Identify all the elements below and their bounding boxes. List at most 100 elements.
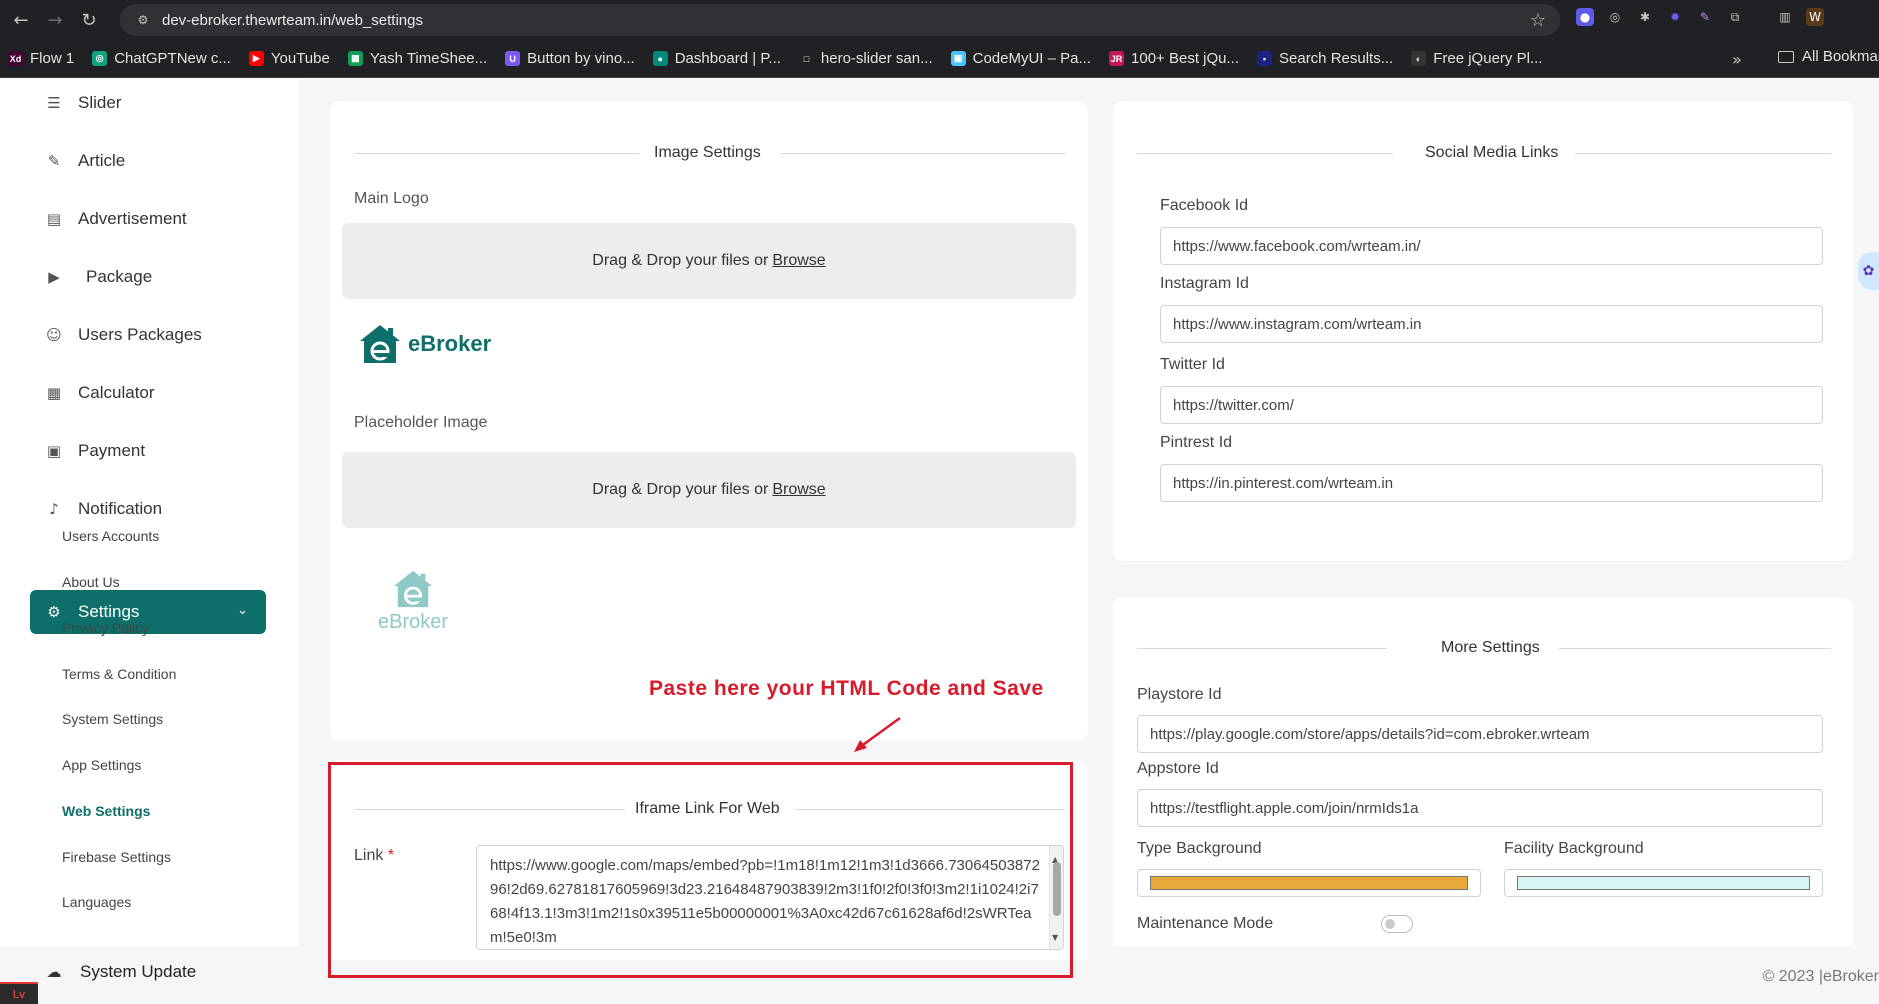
bookmark-item[interactable]: ▦ Yash TimeShee... xyxy=(347,50,488,67)
extension-icon[interactable]: ✹ xyxy=(1666,8,1684,26)
all-bookmarks[interactable]: All Bookmarks xyxy=(1778,48,1879,65)
floating-assistant-icon[interactable]: ✿ xyxy=(1858,252,1879,290)
footer-copyright: © 2023 |eBroker xyxy=(1762,968,1879,985)
extension-icon[interactable]: ● xyxy=(1576,8,1594,26)
main-logo-dropzone[interactable]: Drag & Drop your files or Browse xyxy=(342,223,1076,299)
divider xyxy=(780,153,1066,154)
page-icon: □ xyxy=(798,51,814,66)
sidebar-item-notification[interactable]: ♪ Notification xyxy=(44,499,162,519)
type-background-label: Type Background xyxy=(1137,840,1262,857)
browse-link[interactable]: Browse xyxy=(772,252,825,270)
site-info-icon[interactable]: ⚙ xyxy=(134,11,152,29)
facebook-input[interactable]: https://www.facebook.com/wrteam.in/ xyxy=(1160,227,1823,265)
browse-link[interactable]: Browse xyxy=(772,481,825,499)
puzzle-icon[interactable]: ⧉ xyxy=(1726,8,1744,26)
sidebar-item-package[interactable]: ▶ Package xyxy=(44,267,152,287)
bookmark-label: hero-slider san... xyxy=(820,50,933,67)
bookmark-item[interactable]: ● Dashboard | P... xyxy=(652,50,781,67)
submenu-item-about-us[interactable]: About Us xyxy=(62,574,120,590)
dropzone-text: Drag & Drop your files or xyxy=(592,252,769,269)
forward-arrow-icon[interactable]: → xyxy=(42,7,68,33)
sidebar-item-label: System Update xyxy=(80,962,197,981)
type-background-picker[interactable] xyxy=(1137,869,1481,897)
back-arrow-icon[interactable]: ← xyxy=(8,7,34,33)
facebook-label: Facebook Id xyxy=(1160,197,1249,214)
appstore-input[interactable]: https://testflight.apple.com/join/nrmIds… xyxy=(1137,789,1823,827)
user-icon: ☺ xyxy=(46,326,62,344)
sidebar-item-label: Slider xyxy=(78,93,122,112)
submenu-item-firebase-settings[interactable]: Firebase Settings xyxy=(62,849,171,865)
bookmark-item[interactable]: □ hero-slider san... xyxy=(798,50,933,67)
submenu-item-app-settings[interactable]: App Settings xyxy=(62,757,141,773)
submenu-item-terms-condition[interactable]: Terms & Condition xyxy=(62,666,176,682)
extension-icon[interactable]: ◎ xyxy=(1606,8,1624,26)
profile-avatar[interactable]: W xyxy=(1806,8,1824,26)
maintenance-toggle[interactable] xyxy=(1381,915,1413,933)
submenu-item-web-settings[interactable]: Web Settings xyxy=(62,803,150,819)
bookmark-item[interactable]: ▪ Search Results... xyxy=(1257,50,1393,67)
appstore-label: Appstore Id xyxy=(1137,760,1219,777)
twitter-input[interactable]: https://twitter.com/ xyxy=(1160,386,1823,424)
sidebar-item-system-update[interactable]: ☁ System Update xyxy=(44,962,197,982)
bookmark-item[interactable]: ▣ CodeMyUI – Pa... xyxy=(950,50,1091,67)
reload-icon[interactable]: ↻ xyxy=(76,7,102,33)
payment-icon: ▣ xyxy=(46,442,62,460)
divider xyxy=(1575,153,1831,154)
all-bookmarks-label: All Bookmarks xyxy=(1802,48,1879,65)
sidebar-item-label: Calculator xyxy=(78,383,155,402)
address-bar[interactable]: ⚙ dev-ebroker.thewrteam.in/web_settings … xyxy=(120,4,1560,36)
chevron-more-icon[interactable]: » xyxy=(1732,50,1742,69)
bookmark-label: Button by vino... xyxy=(527,50,635,67)
facility-background-picker[interactable] xyxy=(1504,869,1823,897)
pinterest-input[interactable]: https://in.pinterest.com/wrteam.in xyxy=(1160,464,1823,502)
package-icon: ▶ xyxy=(48,268,60,286)
extension-icon[interactable]: ✎ xyxy=(1696,8,1714,26)
sidebar-item-article[interactable]: ✎ Article xyxy=(44,151,126,171)
laravel-debug-icon[interactable]: Lv xyxy=(0,982,38,1004)
placeholder-dropzone[interactable]: Drag & Drop your files or Browse xyxy=(342,452,1076,528)
submenu-item-users-accounts[interactable]: Users Accounts xyxy=(62,528,159,544)
instagram-label: Instagram Id xyxy=(1160,275,1249,292)
bookmark-item[interactable]: U Button by vino... xyxy=(505,50,635,67)
bookmark-item[interactable]: JR 100+ Best jQu... xyxy=(1109,50,1239,67)
youtube-icon: ▶ xyxy=(248,51,264,66)
bookmark-item[interactable]: ◐ Free jQuery Pl... xyxy=(1411,50,1542,67)
facility-background-swatch xyxy=(1517,876,1810,890)
ebroker-placeholder-icon xyxy=(393,570,433,608)
folder-icon xyxy=(1778,50,1794,63)
instagram-input[interactable]: https://www.instagram.com/wrteam.in xyxy=(1160,305,1823,343)
bookmark-label: Search Results... xyxy=(1279,50,1394,67)
extension-icon[interactable]: ✱ xyxy=(1636,8,1654,26)
card-title: Social Media Links xyxy=(1425,144,1559,161)
twitter-label: Twitter Id xyxy=(1160,356,1225,373)
placeholder-wordmark: eBroker xyxy=(378,611,449,633)
sidebar-item-users-packages[interactable]: ☺ Users Packages xyxy=(44,325,202,345)
sidebar-item-advertisement[interactable]: ▤ Advertisement xyxy=(44,209,187,229)
placeholder-image-label: Placeholder Image xyxy=(354,414,488,431)
sidebar-item-label: Notification xyxy=(78,499,163,518)
bookmark-item[interactable]: Xd Flow 1 xyxy=(8,50,74,67)
uiverse-icon: U xyxy=(505,51,521,66)
sidebar-item-payment[interactable]: ▣ Payment xyxy=(44,441,145,461)
playstore-input[interactable]: https://play.google.com/store/apps/detai… xyxy=(1137,715,1823,753)
sidebar-item-label: Settings xyxy=(78,602,140,621)
submenu-item-privacy-policy[interactable]: Privacy Policy xyxy=(62,620,149,636)
sheets-icon: ▦ xyxy=(347,51,363,66)
dropzone-text: Drag & Drop your files or xyxy=(592,481,769,498)
more-settings-card: More Settings Playstore Id https://play.… xyxy=(1113,598,1853,946)
sidepanel-icon[interactable]: ▥ xyxy=(1776,8,1794,26)
bookmark-item[interactable]: ▶ YouTube xyxy=(248,50,330,67)
bookmark-item[interactable]: ◎ ChatGPTNew c... xyxy=(92,50,231,67)
cloud-download-icon: ☁ xyxy=(46,963,62,981)
divider xyxy=(1137,648,1387,649)
submenu-item-languages[interactable]: Languages xyxy=(62,894,131,910)
submenu-item-system-settings[interactable]: System Settings xyxy=(62,711,163,727)
card-title: Image Settings xyxy=(654,144,761,161)
chevron-down-icon: ⌄ xyxy=(237,603,248,618)
bookmark-label: Yash TimeShee... xyxy=(369,50,488,67)
sidebar-item-slider[interactable]: ☰ Slider xyxy=(44,93,121,113)
bookmark-star-icon[interactable]: ☆ xyxy=(1530,10,1546,31)
ebroker-logo-icon xyxy=(360,325,400,363)
logo-wordmark: eBroker xyxy=(408,331,492,356)
sidebar-item-calculator[interactable]: ▦ Calculator xyxy=(44,383,155,403)
